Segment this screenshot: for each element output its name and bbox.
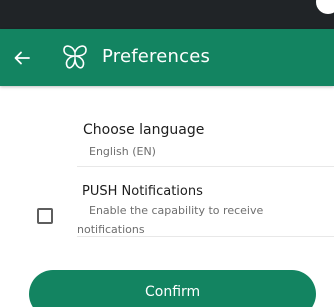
push-notifications-description: Enable the capability to receive notific…: [77, 201, 297, 239]
language-setting-value: English (EN): [89, 145, 156, 158]
back-arrow-icon[interactable]: [10, 46, 34, 70]
status-bar-corner: [316, 0, 334, 14]
divider: [77, 166, 334, 167]
confirm-button-label: Confirm: [145, 284, 201, 300]
confirm-button[interactable]: Confirm: [29, 270, 316, 307]
push-notifications-title: PUSH Notifications: [82, 184, 203, 199]
divider: [77, 236, 334, 237]
preferences-screen: Preferences Choose language English (EN)…: [0, 0, 334, 307]
language-setting-title: Choose language: [83, 122, 205, 138]
page-title: Preferences: [102, 46, 211, 67]
push-notifications-setting: PUSH Notifications Enable the capability…: [77, 180, 334, 236]
push-description-line-1: Enable the capability to receive: [89, 204, 264, 217]
status-bar: [0, 0, 334, 29]
push-notifications-checkbox[interactable]: [37, 208, 53, 224]
language-setting[interactable]: Choose language English (EN): [77, 118, 334, 166]
app-bar: Preferences: [0, 29, 334, 86]
butterfly-logo-icon: [60, 42, 90, 72]
